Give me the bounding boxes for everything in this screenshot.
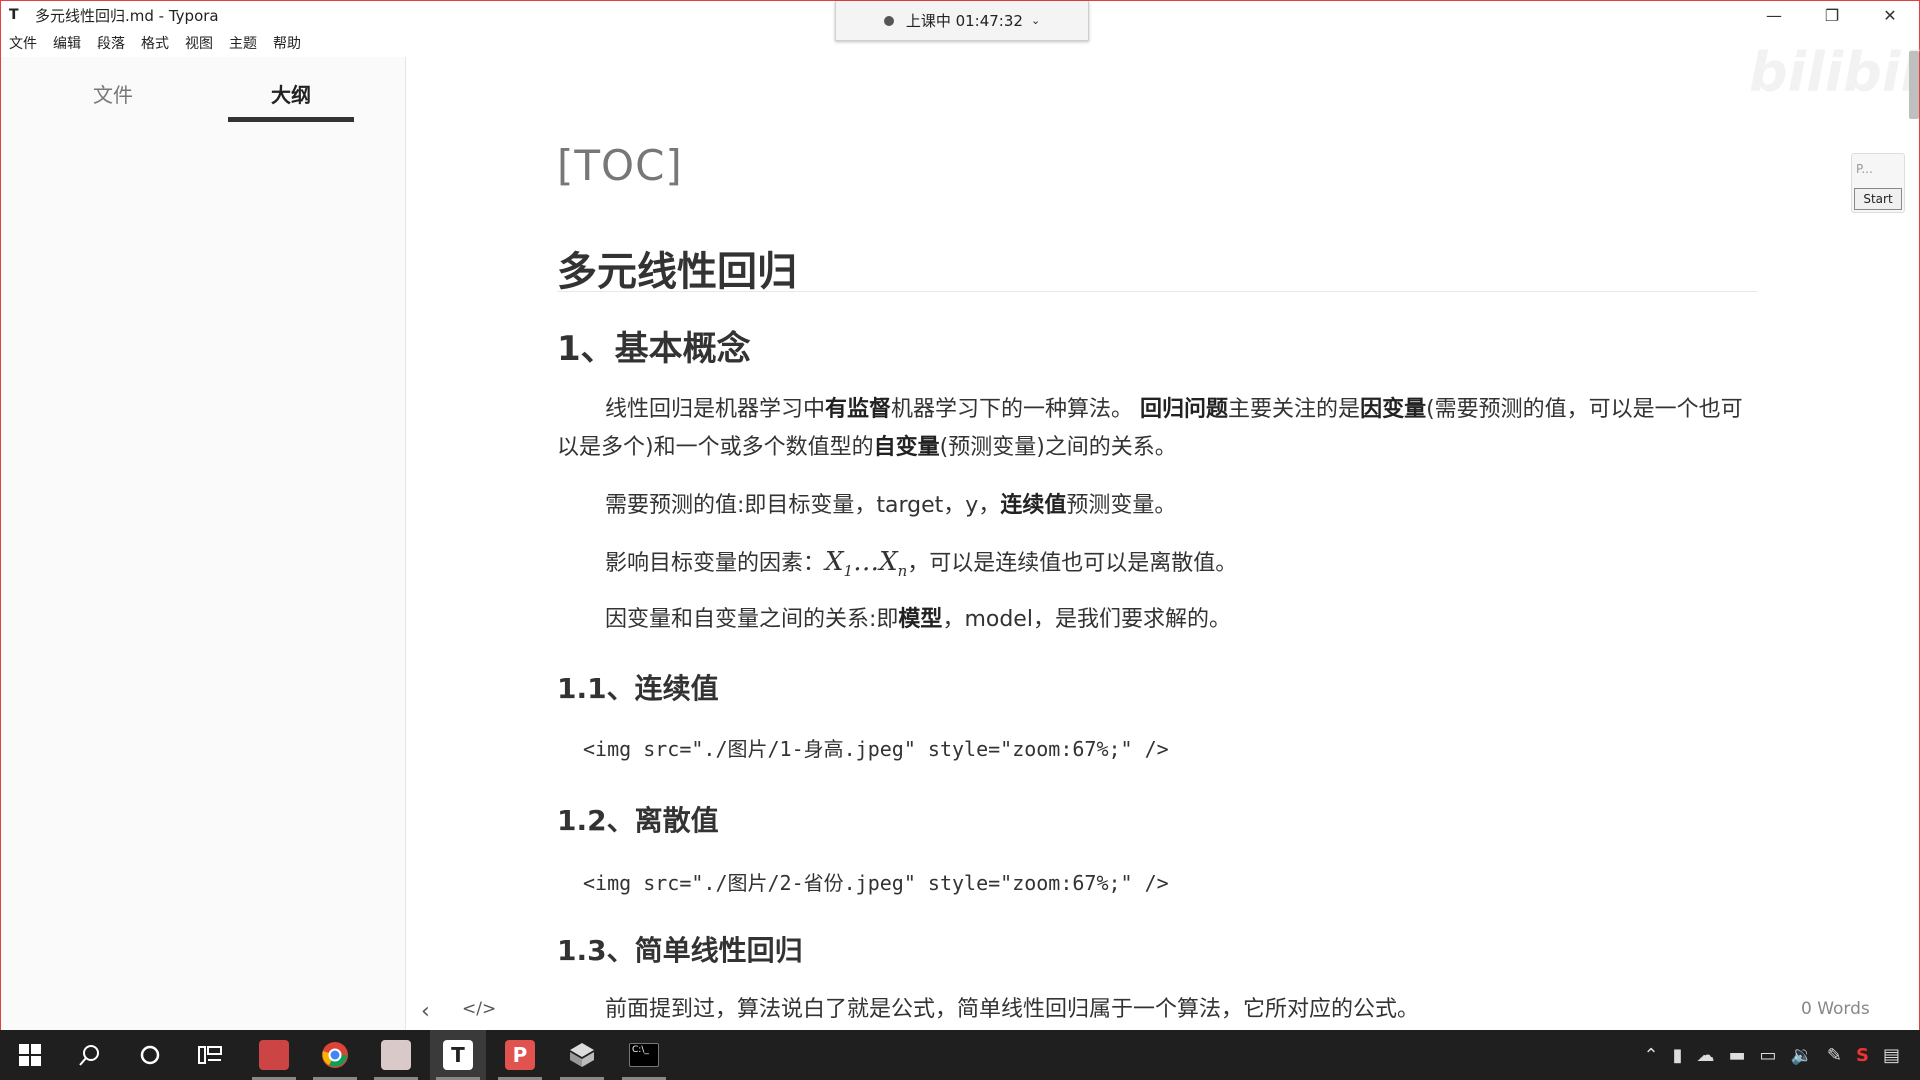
toc-placeholder: [TOC] — [557, 141, 683, 190]
word-count[interactable]: 0 Words — [1801, 999, 1870, 1019]
taskbar-app-terminal[interactable]: C:\_ — [616, 1030, 672, 1080]
image-viewer-icon — [381, 1040, 411, 1070]
terminal-icon: C:\_ — [629, 1043, 659, 1067]
taskbar-app-vm[interactable] — [554, 1030, 610, 1080]
chevron-down-icon[interactable]: ⌄ — [1031, 14, 1040, 27]
taskbar-app-presentation[interactable] — [246, 1030, 302, 1080]
bold-text: 回归问题 — [1140, 397, 1229, 422]
bilibili-watermark: bilibili — [1749, 41, 1920, 104]
restore-button[interactable]: ❐ — [1803, 1, 1861, 29]
taskbar-app-pdf[interactable]: P — [492, 1030, 548, 1080]
scrollbar-thumb[interactable] — [1909, 51, 1919, 119]
heading-1: 多元线性回归 — [557, 249, 797, 295]
text: ，可以是连续值也可以是离散值。 — [907, 551, 1238, 576]
text: 主要关注的是 — [1228, 397, 1361, 422]
recorder-widget: P... Start — [1851, 153, 1905, 213]
volume-icon[interactable]: 🔉 — [1791, 1045, 1813, 1066]
sidebar: 文件 大纲 — [1, 57, 406, 1031]
math-subscript: n — [897, 562, 908, 581]
bold-text: 自变量 — [873, 435, 940, 460]
tab-files[interactable]: 文件 — [93, 79, 133, 108]
notification-icon[interactable]: ▤ — [1883, 1045, 1900, 1066]
text: 机器学习下的一种算法。 — [891, 397, 1141, 422]
math-subscript: 1 — [843, 562, 854, 581]
chevron-up-icon[interactable]: ⌃ — [1643, 1045, 1658, 1066]
math-ellipsis: … — [853, 547, 880, 577]
bold-text: 因变量 — [1360, 397, 1427, 422]
typora-window: T 多元线性回归.md - Typora — ❐ ✕ 上课中 01:47:32 … — [0, 0, 1920, 1031]
chrome-icon — [322, 1042, 348, 1068]
menu-help[interactable]: 帮助 — [273, 33, 301, 53]
menu-paragraph[interactable]: 段落 — [97, 33, 125, 53]
text: 线性回归是机器学习中 — [605, 397, 826, 422]
cortana-circle-icon[interactable] — [122, 1030, 178, 1080]
text: 影响目标变量的因素： — [605, 551, 826, 576]
text: 需要预测的值:即目标变量，target，y， — [605, 493, 1001, 518]
paragraph-target: 需要预测的值:即目标变量，target，y，连续值预测变量。 — [557, 487, 1176, 525]
presentation-app-icon — [259, 1040, 289, 1070]
menu-format[interactable]: 格式 — [141, 33, 169, 53]
task-view-icon[interactable] — [182, 1030, 238, 1080]
windows-logo-icon[interactable] — [2, 1030, 58, 1080]
taskbar-app-typora[interactable]: T — [430, 1030, 486, 1080]
window-controls: — ❐ ✕ — [1745, 1, 1919, 29]
tab-outline[interactable]: 大纲 — [271, 79, 311, 108]
typora-app-icon: T — [9, 7, 19, 23]
menu-edit[interactable]: 编辑 — [53, 33, 81, 53]
pdf-reader-icon: P — [505, 1040, 535, 1070]
recorder-label: P... — [1856, 162, 1873, 176]
paragraph-factors: 影响目标变量的因素：X1…Xn，可以是连续值也可以是离散值。 — [557, 543, 1237, 590]
system-tray: ⌃ ▮ ☁ ▬ ▭ 🔉 ✎ S ▤ — [1643, 1030, 1900, 1080]
close-button[interactable]: ✕ — [1861, 1, 1919, 29]
taskbar: T P C:\_ ⌃ ▮ ☁ ▬ ▭ 🔉 ✎ S ▤ — [0, 1030, 1920, 1080]
session-timer-label: 上课中 01:47:32 — [905, 12, 1023, 30]
heading-basic-concepts: 1、基本概念 — [557, 329, 751, 369]
paragraph-model: 因变量和自变量之间的关系:即模型，model，是我们要求解的。 — [557, 601, 1231, 639]
sogou-input-icon[interactable]: S — [1856, 1045, 1869, 1066]
menu-bar: 文件 编辑 段落 格式 视图 主题 帮助 — [1, 31, 309, 55]
network-icon[interactable]: ▭ — [1759, 1045, 1776, 1066]
text: 因变量和自变量之间的关系:即 — [605, 607, 899, 632]
bold-text: 连续值 — [1000, 493, 1067, 518]
taskbar-app-image-viewer[interactable] — [368, 1030, 424, 1080]
cloud-icon[interactable]: ☁ — [1696, 1045, 1714, 1066]
toggle-sidebar-icon[interactable]: ‹ — [421, 999, 430, 1024]
bold-text: 有监督 — [825, 397, 892, 422]
menu-file[interactable]: 文件 — [9, 33, 37, 53]
math-x: X — [879, 547, 898, 577]
paragraph-intro: 线性回归是机器学习中有监督机器学习下的一种算法。 回归问题主要关注的是因变量(需… — [557, 391, 1757, 467]
bold-text: 模型 — [898, 607, 943, 632]
heading-divider — [557, 291, 1757, 292]
text: 预测变量。 — [1066, 493, 1177, 518]
battery-icon[interactable]: ▬ — [1728, 1045, 1745, 1066]
img-tag-source: <img src="./图片/1-身高.jpeg" style="zoom:67… — [583, 737, 1169, 761]
recorder-start-button[interactable]: Start — [1854, 188, 1902, 210]
usb-icon[interactable]: ▮ — [1673, 1045, 1683, 1066]
heading-discrete: 1.2、离散值 — [557, 804, 719, 837]
window-title: 多元线性回归.md - Typora — [35, 6, 219, 25]
search-icon[interactable] — [62, 1030, 118, 1080]
img-tag-source: <img src="./图片/2-省份.jpeg" style="zoom:67… — [583, 871, 1169, 895]
typora-icon: T — [443, 1040, 473, 1070]
source-mode-icon[interactable]: </> — [462, 999, 496, 1019]
math-formula: X1…Xn — [825, 547, 908, 581]
math-x: X — [825, 547, 844, 577]
minimize-button[interactable]: — — [1745, 1, 1803, 29]
heading-simple-regression: 1.3、简单线性回归 — [557, 934, 803, 967]
menu-view[interactable]: 视图 — [185, 33, 213, 53]
session-timer-bar[interactable]: 上课中 01:47:32 ⌄ — [835, 1, 1089, 41]
cube-app-icon — [570, 1043, 594, 1067]
text: ，model，是我们要求解的。 — [942, 607, 1231, 632]
recording-dot-icon — [883, 15, 894, 26]
pen-icon[interactable]: ✎ — [1827, 1045, 1842, 1066]
heading-continuous: 1.1、连续值 — [557, 672, 719, 705]
active-tab-indicator — [228, 117, 354, 122]
menu-theme[interactable]: 主题 — [229, 33, 257, 53]
paragraph-formula-intro: 前面提到过，算法说白了就是公式，简单线性回归属于一个算法，它所对应的公式。 — [605, 997, 1420, 1022]
text: (预测变量)之间的关系。 — [939, 435, 1177, 460]
taskbar-app-chrome[interactable] — [307, 1030, 363, 1080]
